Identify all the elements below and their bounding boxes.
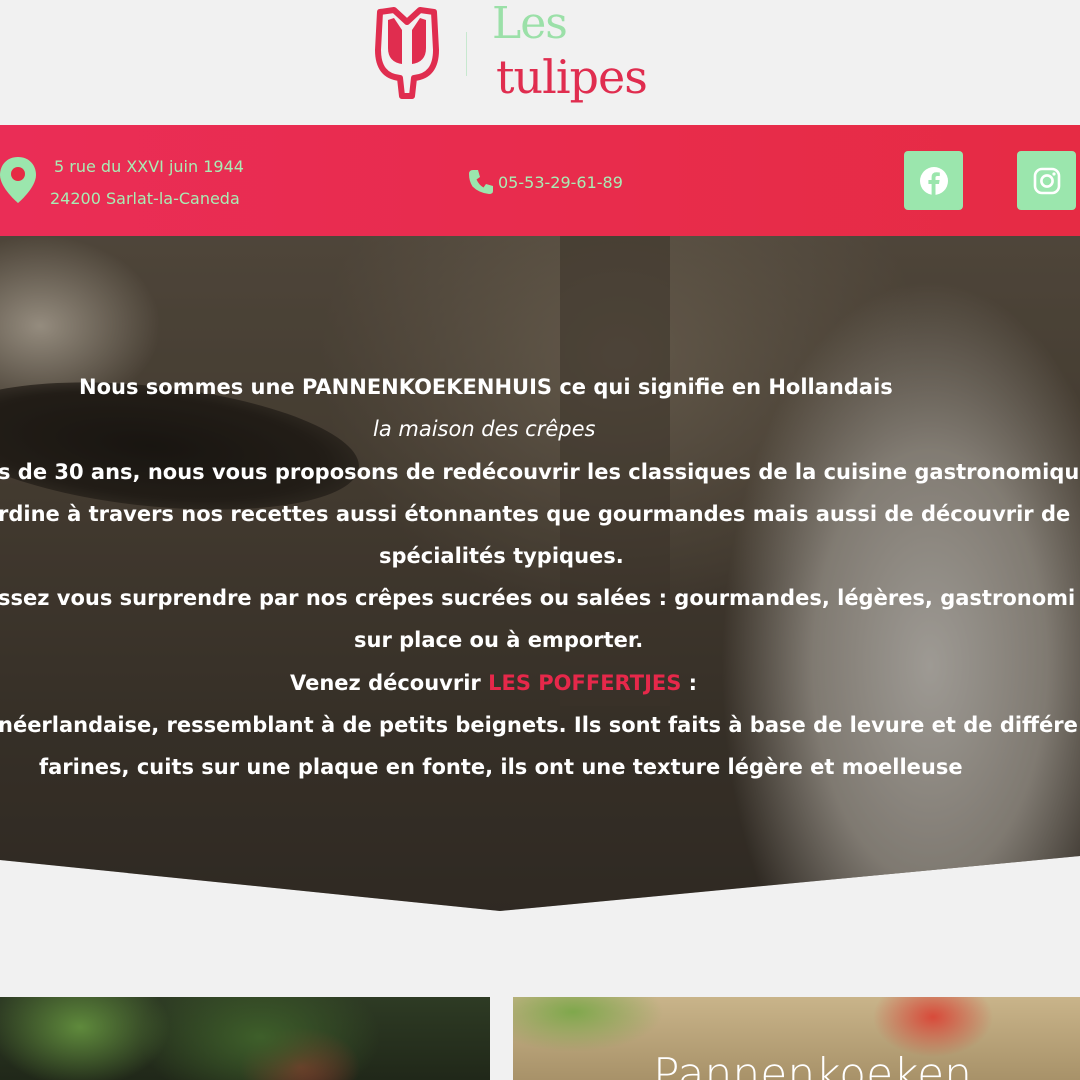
hero-line-2: la maison des crêpes [373, 417, 596, 441]
hero-line-7: sur place ou à emporter. [354, 628, 644, 652]
facebook-icon [919, 166, 948, 195]
site-logo[interactable]: Les tulipes [374, 0, 648, 120]
hero-line-8-colon: : [681, 671, 698, 695]
card-salad-image[interactable] [0, 997, 490, 1080]
logo-divider [466, 32, 467, 76]
hero-line-3: s de 30 ans, nous vous proposons de redé… [0, 460, 1080, 484]
address-line-1: 5 rue du XXVI juin 1944 [54, 157, 244, 176]
map-pin-icon [0, 157, 36, 203]
logo-text-tulipes: tulipes [496, 50, 648, 104]
hero-line-6: ssez vous surprendre par nos crêpes sucr… [0, 586, 1076, 610]
card-pannenkoeken[interactable]: Pannenkoeken [513, 997, 1080, 1080]
hero-line-9: néerlandaise, ressemblant à de petits be… [0, 713, 1078, 737]
poffertjes-link[interactable]: LES POFFERTJES [488, 671, 681, 695]
hero-line-5: spécialités typiques. [379, 544, 624, 568]
hero-line-4: rdine à travers nos recettes aussi étonn… [0, 502, 1071, 526]
phone-link[interactable]: 05-53-29-61-89 [466, 167, 623, 197]
card-title: Pannenkoeken [653, 1049, 973, 1080]
address-line-2: 24200 Sarlat-la-Caneda [50, 189, 240, 208]
hero-line-10: farines, cuits sur une plaque en fonte, … [39, 755, 963, 779]
contact-bar: 5 rue du XXVI juin 1944 24200 Sarlat-la-… [0, 125, 1080, 236]
hero-line-8-text: Venez découvrir [290, 671, 489, 695]
instagram-button[interactable] [1017, 151, 1076, 210]
hero-section: Nous sommes une PANNENKOEKENHUIS ce qui … [0, 236, 1080, 911]
facebook-button[interactable] [904, 151, 963, 210]
site-header: Les tulipes [0, 0, 1080, 125]
instagram-icon [1033, 167, 1060, 194]
logo-text-les: Les [492, 0, 568, 49]
tulip-logo-icon [375, 7, 439, 99]
hero-line-1: Nous sommes une PANNENKOEKENHUIS ce qui … [79, 375, 893, 399]
phone-number: 05-53-29-61-89 [498, 172, 623, 192]
phone-icon [469, 170, 493, 194]
hero-line-8: Venez découvrir LES POFFERTJES : [290, 662, 697, 704]
address: 5 rue du XXVI juin 1944 24200 Sarlat-la-… [50, 151, 244, 215]
